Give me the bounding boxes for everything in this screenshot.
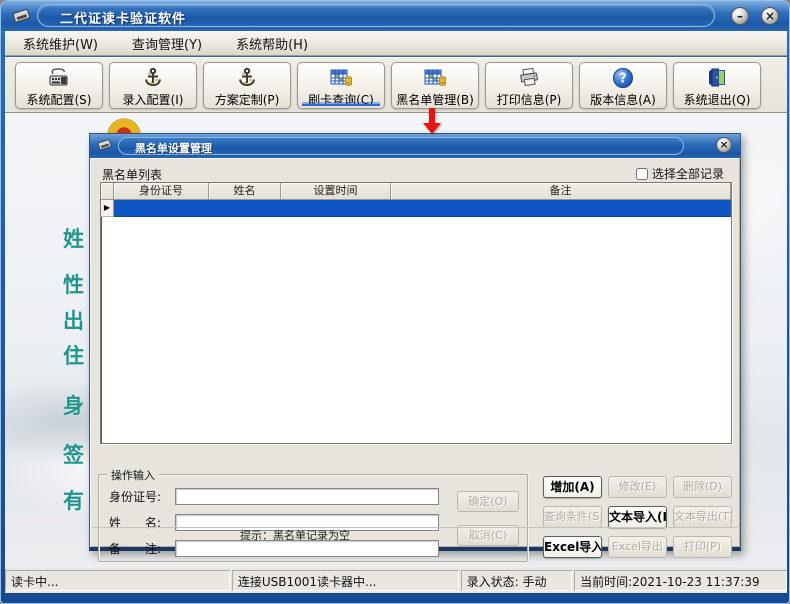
toolbar-button-label: 方案定制(P) [215,91,280,108]
add-button[interactable]: 增加(A) [543,476,602,498]
red-arrow-indicator [423,108,441,134]
toolbar-button-plan-customize[interactable]: 方案定制(P) [203,62,291,109]
toolbar-button-label: 录入配置(I) [123,91,184,108]
selected-row-highlight [114,200,731,217]
menu-bar: 系统维护(W) 查询管理(Y) 系统帮助(H) [5,31,787,56]
status-bar: 读卡中... 连接USB1001读卡器中... 录入状态: 手动 当前时间:20… [5,568,787,593]
minimize-button[interactable]: – [731,7,749,25]
select-all-label: 选择全部记录 [652,165,724,182]
column-header-remark[interactable]: 备注 [391,183,731,200]
delete-button[interactable]: 删除(D) [673,476,732,498]
menu-item-query-management[interactable]: 查询管理(Y) [132,34,202,53]
id-number-label: 身份证号: [109,488,175,505]
application-window: 二代证读卡验证软件 – × 系统维护(W) 查询管理(Y) 系统帮助(H) 系统… [0,0,790,604]
status-input-mode: 录入状态: 手动 [461,570,572,591]
menu-item-system-maintenance[interactable]: 系统维护(W) [23,34,98,53]
dialog-close-button[interactable]: × [716,137,732,153]
card-reader-icon [96,137,114,153]
toolbar-button-print-info[interactable]: 打印信息(P) [485,62,573,109]
id-number-input[interactable] [175,488,439,505]
toolbar-button-system-exit[interactable]: 系统退出(Q) [673,62,761,109]
dialog-title-pill: 黑名单设置管理 [118,137,684,155]
background-field-label: 身 [63,390,89,420]
background-field-label: 住 [63,340,89,370]
toolbar-button-label: 打印信息(P) [497,91,562,108]
background-field-label: 有 [63,485,89,515]
blacklist-dialog: 黑名单设置管理 × 黑名单列表 选择全部记录 身份证号 姓名 设置时间 备注 [89,133,741,551]
text-export-button[interactable]: 文本导出(T) [673,506,732,528]
toolbar-button-blacklist-manage[interactable]: 黑名单管理(B) [391,62,479,109]
background-field-label: 出 [63,305,89,335]
keyboard-icon [47,66,71,90]
anchor-icon [142,66,164,90]
window-titlebar: 二代证读卡验证软件 – × [1,1,790,31]
dialog-body: 黑名单列表 选择全部记录 身份证号 姓名 设置时间 备注 ▶ [90,158,740,547]
query-condition-button[interactable]: 查询条件(S) [543,506,602,528]
dialog-title: 黑名单设置管理 [135,140,212,156]
row-indicator-header [101,183,114,200]
toolbar-button-label: 版本信息(A) [590,91,656,108]
action-button-grid: 增加(A) 修改(E) 删除(D) 查询条件(S) 文本导入(I) 文本导出(T… [543,476,733,560]
printer-icon [517,66,541,90]
toolbar-button-label: 系统配置(S) [27,91,92,108]
anchor-icon [236,66,258,90]
background-field-label: 签 [63,439,89,469]
confirm-button[interactable]: 确定(O) [457,491,519,512]
blacklist-table[interactable]: 身份证号 姓名 设置时间 备注 ▶ [100,182,732,444]
selected-empty-row[interactable]: ▶ [101,200,731,217]
blacklist-list-label: 黑名单列表 [102,166,162,183]
toolbar-button-version-info[interactable]: ? 版本信息(A) [579,62,667,109]
column-header-set-time[interactable]: 设置时间 [281,183,391,200]
menu-item-system-help[interactable]: 系统帮助(H) [236,34,308,53]
toolbar-button-label: 系统退出(Q) [684,91,751,108]
exit-door-icon [706,66,728,90]
row-indicator-arrow-icon: ▶ [101,200,114,217]
help-icon: ? [612,66,634,90]
window-title-pill: 二代证读卡验证软件 [37,4,715,27]
operation-input-groupbox: 操作输入 身份证号: 姓 名: 备 注: 确定(O) 取消(C) [98,474,528,562]
select-all-checkbox[interactable] [636,168,648,180]
status-current-time: 当前时间:2021-10-23 11:37:39 [574,570,787,591]
svg-text:?: ? [619,71,627,86]
modify-button[interactable]: 修改(E) [608,476,667,498]
groupbox-legend: 操作输入 [107,467,159,483]
close-button[interactable]: × [761,7,779,25]
card-reader-icon [11,6,35,26]
toolbar-button-label: 刷卡查询(C) [308,91,374,108]
text-import-button[interactable]: 文本导入(I) [608,506,667,528]
select-all-option: 选择全部记录 [636,165,724,182]
toolbar-button-card-query[interactable]: 刷卡查询(C) [297,62,385,109]
dialog-titlebar[interactable]: 黑名单设置管理 × [90,134,740,158]
column-header-name[interactable]: 姓名 [209,183,281,200]
window-title: 二代证读卡验证软件 [60,8,186,27]
card-query-table-icon [329,66,353,90]
table-header-row: 身份证号 姓名 设置时间 备注 [101,183,731,200]
status-reading-card: 读卡中... [5,570,230,591]
toolbar-button-system-config[interactable]: 系统配置(S) [15,62,103,109]
form-row-id-number: 身份证号: [109,487,439,505]
blacklist-table-icon [423,66,447,90]
toolbar-button-input-config[interactable]: 录入配置(I) [109,62,197,109]
background-field-label: 性 [63,269,89,299]
toolbar: 系统配置(S) 录入配置(I) [5,57,787,113]
dialog-hint-text: 提示：黑名单记录为空 [92,527,738,545]
toolbar-button-label: 黑名单管理(B) [396,91,474,108]
status-reader-connection: 连接USB1001读卡器中... [232,570,459,591]
background-field-label: 姓 [63,223,89,253]
column-header-id-number[interactable]: 身份证号 [114,183,209,200]
